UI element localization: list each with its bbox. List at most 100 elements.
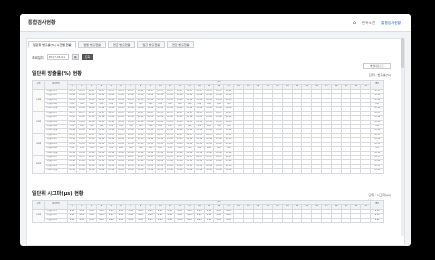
group-cell: 1시료 — [31, 88, 46, 112]
empty-cell — [232, 168, 244, 174]
col-header: 구분 — [31, 200, 46, 210]
empty-cell — [232, 217, 244, 224]
tab-daily-rate-hourly[interactable]: 일단위 방출률(%) 시간별 현황 — [28, 41, 77, 48]
table-row: 기재용방출률 99.36 99.36 99.36 99.36 99.36 99.36 99.3… — [33, 168, 384, 174]
empty-cell — [262, 168, 274, 174]
avg-cell: 99.36 — [370, 168, 384, 174]
value-cell: 4.43 — [213, 217, 225, 224]
scrollbar-thumb[interactable] — [401, 38, 404, 68]
value-cell: 99.36 — [154, 168, 166, 174]
value-cell: 99.36 — [125, 168, 137, 174]
value-cell: 99.36 — [135, 168, 146, 174]
search-bar: 조회일자 2017-03-01 ▦ 조회 — [32, 54, 93, 60]
col-header: 평균 — [370, 80, 384, 90]
group-cell: 4시료 — [31, 154, 46, 174]
value-cell: 4.43 — [96, 217, 107, 224]
value-cell: 99.36 — [193, 168, 205, 174]
breadcrumb-item[interactable]: 판독소견 — [362, 19, 375, 27]
value-cell: 4.43 — [184, 217, 195, 224]
col-header: 검사항목 — [44, 80, 68, 90]
value-cell: 4.43 — [193, 217, 205, 224]
calendar-icon[interactable]: ▦ — [71, 54, 79, 60]
value-cell: 99.36 — [164, 168, 176, 174]
empty-cell — [301, 168, 313, 174]
date-label: 조회일자 — [32, 55, 44, 60]
empty-cell — [242, 217, 254, 224]
value-cell: 4.43 — [144, 217, 156, 224]
tab-month-release[interactable]: 월간 방출현황 — [137, 41, 165, 48]
tab-year-release[interactable]: 연간 방출현황 — [166, 41, 195, 48]
empty-cell — [272, 168, 283, 174]
value-cell: 4.43 — [76, 217, 88, 224]
empty-cell — [360, 217, 372, 224]
avg-cell: 4.43 — [370, 217, 384, 224]
group-cell: 3시료 — [31, 132, 46, 156]
unit-label-rate: 단위 : 방출률(%) — [369, 73, 391, 77]
rate-table: 구분 검사항목 일자 평균 1 2 3 4 5 6 7 8 9 10 11 12 13 14 15 16 17 18 19 2… — [31, 79, 384, 174]
empty-cell — [360, 168, 372, 174]
empty-cell — [272, 217, 283, 224]
empty-cell — [301, 217, 313, 224]
value-cell: 4.43 — [174, 217, 186, 224]
breadcrumb: ⌂ 판독소견 통합검사현황 — [353, 19, 401, 27]
value-cell: 4.43 — [105, 217, 117, 224]
value-cell: 4.43 — [223, 217, 234, 224]
value-cell: 99.36 — [96, 168, 107, 174]
empty-cell — [311, 217, 323, 224]
value-cell: 99.36 — [223, 168, 234, 174]
value-cell: 99.36 — [213, 168, 225, 174]
empty-cell — [242, 168, 254, 174]
value-cell: 99.36 — [66, 168, 78, 174]
empty-cell — [330, 168, 342, 174]
date-input[interactable]: 2017-03-01 — [46, 54, 69, 60]
value-cell: 99.36 — [115, 168, 127, 174]
empty-cell — [252, 217, 264, 224]
item-cell: 방출률측정3 — [44, 217, 68, 224]
value-cell: 99.36 — [105, 168, 117, 174]
tab-bar: 일단위 방출률(%) 시간별 현황 월별 방출현황 연간 방출현황 월간 방출현… — [28, 41, 195, 48]
value-cell: 99.36 — [174, 168, 186, 174]
empty-cell — [311, 168, 323, 174]
col-header: 검사항목 — [44, 200, 68, 210]
value-cell: 99.36 — [76, 168, 88, 174]
breadcrumb-current[interactable]: 통합검사현황 — [381, 19, 401, 27]
empty-cell — [291, 217, 303, 224]
scrollbar[interactable] — [401, 36, 404, 236]
value-cell: 4.43 — [115, 217, 127, 224]
group-cell: 2시료 — [31, 110, 46, 134]
home-icon[interactable]: ⌂ — [353, 19, 356, 27]
empty-cell — [321, 217, 332, 224]
section-title-sigma: 일단위 시그마(μs) 현황 — [32, 191, 84, 197]
value-cell: 4.43 — [154, 217, 166, 224]
value-cell: 99.36 — [144, 168, 156, 174]
value-cell: 4.43 — [66, 217, 78, 224]
top-bar: 통합검사현황 ⌂ 판독소견 통합검사현황 — [20, 14, 411, 32]
tab-monthly[interactable]: 월별 방출현황 — [78, 41, 106, 48]
value-cell: 4.43 — [125, 217, 137, 224]
empty-cell — [252, 168, 264, 174]
empty-cell — [281, 168, 293, 174]
tab-yearly[interactable]: 연간 방출현황 — [107, 41, 136, 48]
value-cell: 4.43 — [86, 217, 98, 224]
value-cell: 99.36 — [184, 168, 195, 174]
empty-cell — [340, 217, 352, 224]
search-button[interactable]: 조회 — [81, 54, 93, 60]
empty-cell — [321, 168, 332, 174]
col-header: 구분 — [31, 80, 46, 90]
empty-cell — [350, 168, 362, 174]
col-header: 평균 — [370, 200, 384, 210]
value-cell: 4.43 — [164, 217, 176, 224]
value-cell: 4.43 — [135, 217, 146, 224]
empty-cell — [340, 168, 352, 174]
page-title: 통합검사현황 — [28, 20, 56, 26]
unit-label-sigma: 단위 : 시그마(μs) — [368, 193, 391, 197]
excel-download-button[interactable]: 엑셀다운로드 — [363, 63, 391, 69]
empty-cell — [350, 217, 362, 224]
value-cell: 99.36 — [203, 168, 215, 174]
item-cell: 기재용방출률 — [44, 168, 68, 174]
sigma-table: 구분 검사항목 일자 평균 1 2 3 4 5 6 7 8 9 10 11 12 13 14 15 16 17 18 19 2… — [31, 199, 384, 224]
group-cell: 1시료 — [31, 208, 46, 224]
section-title-rate: 일단위 방출률(%) 현황 — [32, 71, 82, 77]
value-cell: 99.36 — [86, 168, 98, 174]
empty-cell — [281, 217, 293, 224]
